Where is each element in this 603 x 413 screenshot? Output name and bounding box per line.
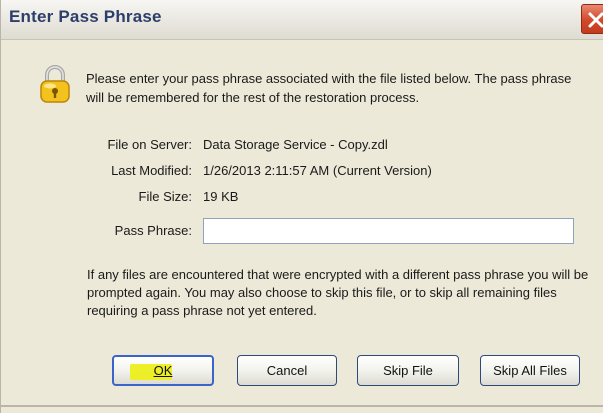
skip-all-files-button[interactable]: Skip All Files xyxy=(480,355,580,386)
bottom-divider xyxy=(1,405,603,407)
dialog-title: Enter Pass Phrase xyxy=(9,7,162,26)
pass-phrase-dialog: Enter Pass Phrase Please enter your pass… xyxy=(0,0,603,413)
close-icon xyxy=(588,12,603,28)
cancel-button-label: Cancel xyxy=(266,363,308,378)
skip-all-files-button-label: Skip All Files xyxy=(493,363,567,378)
cancel-button[interactable]: Cancel xyxy=(237,355,337,386)
file-size-value: 19 KB xyxy=(203,189,239,204)
file-on-server-value: Data Storage Service - Copy.zdl xyxy=(203,137,388,152)
skip-file-button-label: Skip File xyxy=(383,363,433,378)
skip-file-button[interactable]: Skip File xyxy=(357,355,459,386)
file-size-label: File Size: xyxy=(138,189,192,204)
file-on-server-label: File on Server: xyxy=(107,137,192,152)
pass-phrase-input[interactable] xyxy=(203,218,574,244)
last-modified-label: Last Modified: xyxy=(111,163,192,178)
ok-button-label: OK xyxy=(153,363,173,378)
dialog-body: Please enter your pass phrase associated… xyxy=(2,41,603,386)
padlock-icon xyxy=(40,65,70,103)
ok-button[interactable]: OK xyxy=(112,355,214,386)
title-bar[interactable]: Enter Pass Phrase xyxy=(1,0,603,40)
last-modified-value: 1/26/2013 2:11:57 AM (Current Version) xyxy=(203,163,432,178)
skip-notice: If any files are encountered that were e… xyxy=(87,267,589,318)
pass-phrase-label: Pass Phrase: xyxy=(114,223,192,238)
instruction-message: Please enter your pass phrase associated… xyxy=(86,71,572,105)
close-button[interactable] xyxy=(581,4,603,34)
